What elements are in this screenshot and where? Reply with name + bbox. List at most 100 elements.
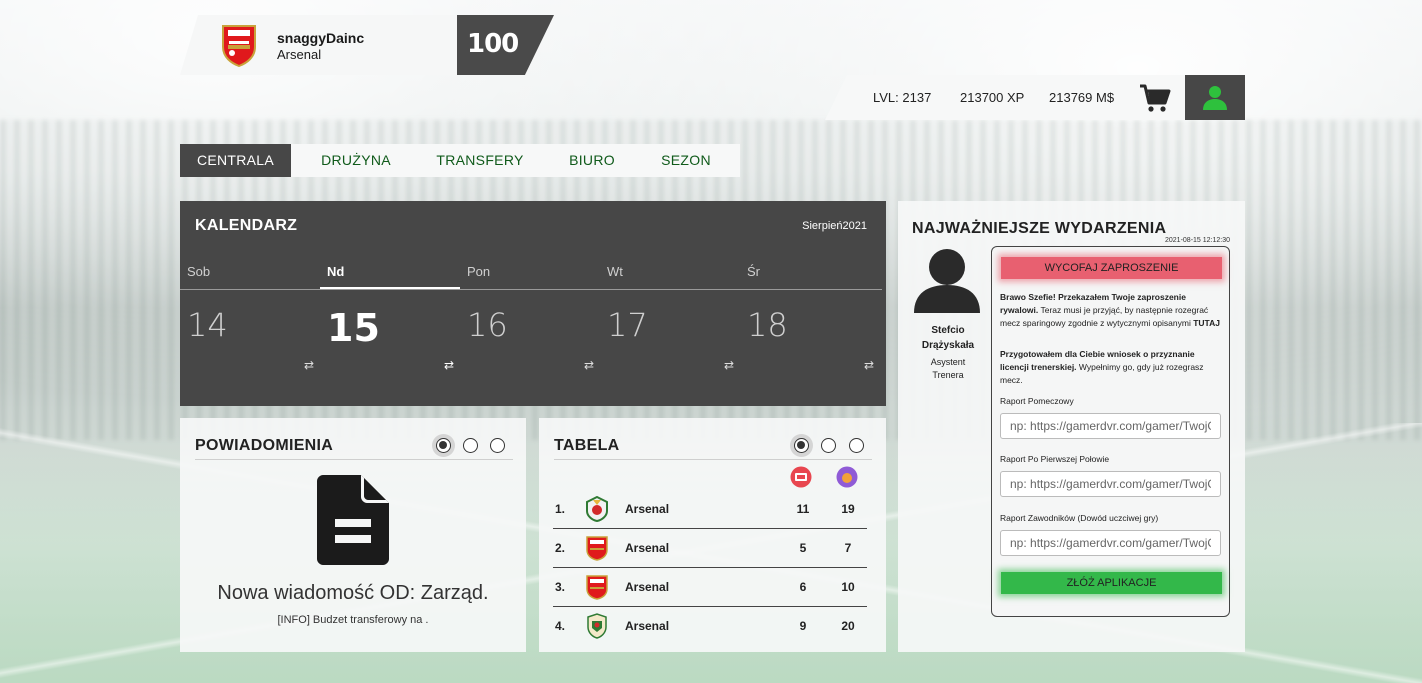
assistant-role-line-2: Trenera (932, 370, 964, 380)
table-matches-played: 9 (799, 619, 807, 633)
table-page-radio-2[interactable] (821, 438, 836, 453)
assistant-role-line-1: Asystent (930, 357, 966, 367)
table-points: 19 (841, 502, 855, 516)
calendar-day-number: 18 (747, 306, 788, 344)
calendar-day-number: 15 (327, 306, 380, 350)
club-rating: 100 (467, 29, 519, 59)
swap-icon[interactable]: ⇄ (444, 358, 454, 372)
table-team-name: Arsenal (625, 502, 670, 516)
username: snaggyDainc (277, 30, 365, 46)
calendar-day-name: Sob (187, 264, 211, 279)
match-report-label: Raport Pomeczowy (1000, 396, 1074, 406)
calendar-day[interactable]: Pon 16 (460, 261, 600, 391)
withdraw-invitation-button[interactable]: WYCOFAJ ZAPROSZENIE (1001, 257, 1222, 279)
table-position: 1. (555, 502, 566, 516)
calendar-day-name: Nd (327, 264, 345, 279)
events-timestamp: 2021-08-15 12:12:30 (1165, 237, 1230, 244)
table-team-name: Arsenal (625, 541, 670, 555)
calendar-day[interactable]: Wt 17 (600, 261, 740, 391)
calendar-day-selected[interactable]: Nd 15 (320, 261, 460, 391)
tab-centrala[interactable]: CENTRALA (180, 144, 291, 177)
rules-link[interactable]: TUTAJ (1193, 318, 1220, 328)
notifications-divider (195, 459, 513, 460)
match-report-input[interactable] (1000, 413, 1221, 439)
halftime-report-input[interactable] (1000, 471, 1221, 497)
calendar-day-underline (320, 287, 460, 289)
calendar-day-name: Wt (607, 264, 623, 279)
calendar-day-name: Pon (467, 264, 491, 279)
cart-icon[interactable] (1138, 82, 1172, 114)
submit-application-button[interactable]: ZŁÓŻ APLIKACJE (1001, 572, 1222, 594)
swap-icon[interactable]: ⇄ (584, 358, 594, 372)
tab-transfery[interactable]: TRANSFERY (424, 144, 536, 177)
tab-druzyna[interactable]: DRUŻYNA (306, 144, 406, 177)
notification-subtext: [INFO] Budzet transferowy na . (277, 614, 429, 626)
league-table: 1. Arsenal 11 19 2. Arsenal 5 7 3. Arsen… (539, 490, 886, 650)
club-name: Arsenal (277, 47, 322, 62)
tab-biuro[interactable]: BIURO (554, 144, 630, 177)
table-matches-played: 11 (796, 502, 810, 516)
level-stat: LVL: 2137 (873, 90, 932, 105)
table-row[interactable]: 3. Arsenal 6 10 (553, 568, 867, 607)
user-icon (1203, 86, 1227, 110)
table-page-radio-3[interactable] (849, 438, 864, 453)
event-message-1: Brawo Szefie! Przekazałem Twoje zaprosze… (1000, 291, 1222, 330)
calendar-title: KALENDARZ (195, 217, 298, 234)
money-stat: 213769 M$ (1049, 90, 1115, 105)
calendar-day-name: Śr (747, 264, 760, 279)
calendar-day-number: 14 (187, 306, 228, 344)
players-report-label: Raport Zawodników (Dowód uczciwej gry) (1000, 513, 1159, 523)
calendar-day[interactable]: Śr 18 (740, 261, 880, 391)
profile-button[interactable] (1185, 75, 1245, 120)
club-crest-icon (586, 496, 608, 522)
event-message-2: Przygotowałem dla Ciebie wniosek o przyz… (1000, 348, 1222, 387)
swap-icon[interactable]: ⇄ (724, 358, 734, 372)
table-points: 10 (841, 580, 855, 594)
notifications-panel: POWIADOMIENIA Nowa wiadomość OD: Zarząd.… (180, 418, 526, 652)
swap-icon[interactable]: ⇄ (304, 358, 314, 372)
table-matches-played: 6 (799, 580, 807, 594)
tab-sezon[interactable]: SEZON (646, 144, 726, 177)
calendar-month: Sierpień2021 (802, 220, 867, 232)
halftime-report-label: Raport Po Pierwszej Połowie (1000, 454, 1110, 464)
swap-icon[interactable]: ⇄ (864, 358, 874, 372)
table-position: 3. (555, 580, 566, 594)
table-page-radio-1[interactable] (794, 438, 809, 453)
assistant-role: Asystent Trenera (908, 356, 988, 382)
main-nav: CENTRALA DRUŻYNA TRANSFERY BIURO SEZON (180, 144, 740, 177)
table-matches-played: 5 (799, 541, 807, 555)
notifications-title: POWIADOMIENIA (195, 437, 334, 454)
notifications-page-radio-2[interactable] (463, 438, 478, 453)
event-card: WYCOFAJ ZAPROSZENIE Brawo Szefie! Przeka… (991, 246, 1230, 617)
league-table-panel: TABELA 1. Arsenal 11 19 2. Arsenal 5 7 3… (539, 418, 886, 652)
assistant-name: Stefcio Drążyskała (908, 323, 988, 353)
document-icon (317, 475, 389, 565)
calendar-panel: KALENDARZ Sierpień2021 Sob 14 Nd 15 Pon … (180, 201, 886, 406)
matches-played-icon (790, 466, 812, 488)
xp-stat: 213700 XP (960, 90, 1025, 105)
notification-message[interactable]: Nowa wiadomość OD: Zarząd. (180, 582, 526, 605)
club-crest-icon (587, 613, 607, 639)
calendar-day-number: 17 (607, 306, 648, 344)
table-points: 7 (844, 541, 852, 555)
notifications-page-radio-3[interactable] (490, 438, 505, 453)
events-panel: NAJWAŻNIEJSZE WYDARZENIA 2021-08-15 12:1… (898, 201, 1245, 652)
table-team-name: Arsenal (625, 580, 670, 594)
club-card: snaggyDainc Arsenal (180, 15, 470, 75)
arsenal-crest-icon (222, 25, 256, 67)
assistant-first-name: Stefcio (931, 325, 965, 336)
table-position: 2. (555, 541, 566, 555)
league-table-title: TABELA (554, 437, 620, 454)
players-report-input[interactable] (1000, 530, 1221, 556)
calendar-day[interactable]: Sob 14 (180, 261, 320, 391)
club-rating-badge: 100 (457, 15, 554, 75)
assistant-last-name: Drążyskała (921, 340, 975, 351)
assistant-avatar-icon (914, 249, 980, 313)
arsenal-crest-icon (586, 536, 608, 561)
events-title: NAJWAŻNIEJSZE WYDARZENIA (912, 220, 1167, 237)
notifications-page-radio-1[interactable] (436, 438, 451, 453)
arsenal-crest-icon (586, 575, 608, 600)
table-row[interactable]: 1. Arsenal 11 19 (553, 490, 867, 529)
table-row[interactable]: 2. Arsenal 5 7 (553, 529, 867, 568)
table-row[interactable]: 4. Arsenal 9 20 (553, 607, 867, 646)
